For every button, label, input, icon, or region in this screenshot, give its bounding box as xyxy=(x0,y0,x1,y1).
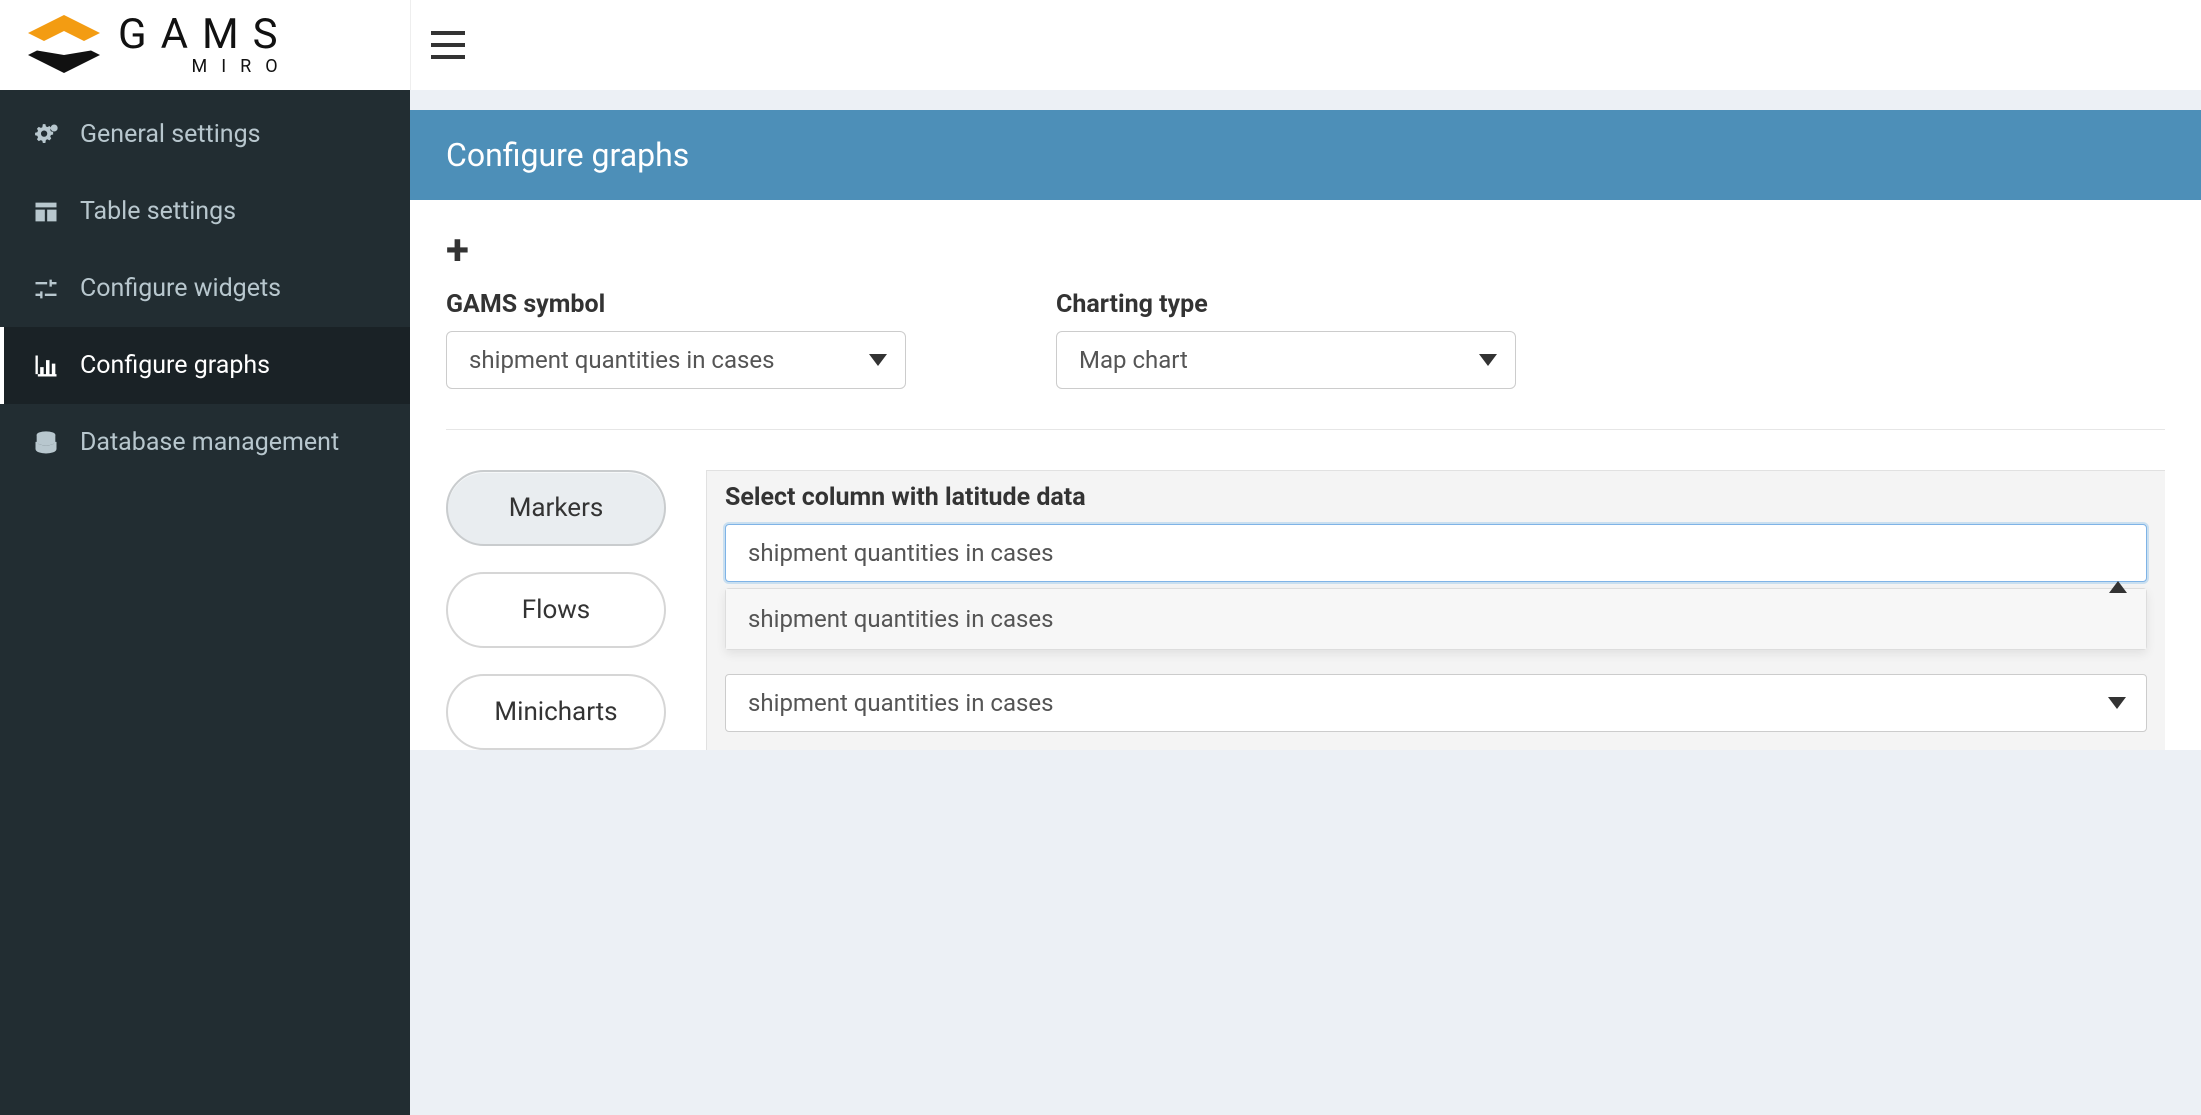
latitude-select[interactable]: shipment quantities in cases xyxy=(725,524,2147,582)
gears-icon xyxy=(32,121,60,149)
bar-chart-icon xyxy=(32,352,60,380)
brand-text: GAMS MIRO xyxy=(118,14,292,76)
gams-symbol-select[interactable]: shipment quantities in cases xyxy=(446,331,906,389)
content: Configure graphs + GAMS symbol shipment … xyxy=(410,90,2201,750)
sidebar: GAMS MIRO General settings Table setting… xyxy=(0,0,410,1115)
latitude-dropdown: shipment quantities in cases xyxy=(725,588,2147,650)
sidebar-item-database-management[interactable]: Database management xyxy=(0,404,410,481)
tab-markers[interactable]: Markers xyxy=(446,470,666,546)
markers-pane: Select column with latitude data shipmen… xyxy=(706,470,2165,750)
gams-symbol-label: GAMS symbol xyxy=(446,290,906,319)
latitude-option[interactable]: shipment quantities in cases xyxy=(726,589,2146,649)
logo-icon xyxy=(28,15,100,75)
caret-down-icon xyxy=(869,354,887,366)
tab-column: Markers Flows Minicharts xyxy=(446,470,666,750)
sidebar-item-table-settings[interactable]: Table settings xyxy=(0,173,410,250)
option-label: shipment quantities in cases xyxy=(748,605,1054,633)
sidebar-item-label: Configure widgets xyxy=(80,274,281,303)
caret-up-icon xyxy=(2109,581,2127,593)
main: Configure graphs + GAMS symbol shipment … xyxy=(410,0,2201,1115)
charting-type-label: Charting type xyxy=(1056,290,1516,319)
brand-name: GAMS xyxy=(118,14,292,56)
sidebar-item-label: General settings xyxy=(80,120,261,149)
topbar xyxy=(410,0,2201,90)
tab-label: Markers xyxy=(509,493,604,523)
latitude-selected-value: shipment quantities in cases xyxy=(748,539,1054,567)
sidebar-header: GAMS MIRO xyxy=(0,0,410,90)
charting-type-group: Charting type Map chart xyxy=(1056,290,1516,389)
latitude-label: Select column with latitude data xyxy=(725,483,2147,512)
brand-sub: MIRO xyxy=(118,58,292,76)
menu-toggle-button[interactable] xyxy=(431,31,465,59)
charting-type-select[interactable]: Map chart xyxy=(1056,331,1516,389)
top-row: GAMS symbol shipment quantities in cases… xyxy=(446,290,2165,389)
latitude-combo: shipment quantities in cases shipment qu… xyxy=(725,524,2147,650)
tab-minicharts[interactable]: Minicharts xyxy=(446,674,666,750)
charting-type-value: Map chart xyxy=(1079,346,1188,374)
sidebar-item-label: Database management xyxy=(80,428,339,457)
tab-label: Flows xyxy=(522,595,590,625)
sidebar-item-configure-widgets[interactable]: Configure widgets xyxy=(0,250,410,327)
sidebar-item-label: Table settings xyxy=(80,197,236,226)
table-icon xyxy=(32,198,60,226)
sliders-icon xyxy=(32,275,60,303)
sidebar-nav: General settings Table settings Configur… xyxy=(0,90,410,481)
panel-title: Configure graphs xyxy=(410,110,2201,200)
configure-graphs-panel: Configure graphs + GAMS symbol shipment … xyxy=(410,110,2201,750)
tab-flows[interactable]: Flows xyxy=(446,572,666,648)
caret-down-icon xyxy=(2108,697,2126,709)
lower-row: Markers Flows Minicharts Select column w… xyxy=(446,430,2165,750)
brand-logo: GAMS MIRO xyxy=(28,14,292,76)
add-button[interactable]: + xyxy=(446,230,2165,272)
gams-symbol-value: shipment quantities in cases xyxy=(469,346,775,374)
sidebar-item-configure-graphs[interactable]: Configure graphs xyxy=(0,327,410,404)
secondary-select[interactable]: shipment quantities in cases xyxy=(725,674,2147,732)
plus-icon: + xyxy=(446,226,469,275)
caret-down-icon xyxy=(1479,354,1497,366)
sidebar-item-label: Configure graphs xyxy=(80,351,270,380)
tab-label: Minicharts xyxy=(494,697,617,727)
secondary-select-value: shipment quantities in cases xyxy=(748,689,1054,717)
gams-symbol-group: GAMS symbol shipment quantities in cases xyxy=(446,290,906,389)
panel-body: + GAMS symbol shipment quantities in cas… xyxy=(410,200,2201,750)
sidebar-item-general-settings[interactable]: General settings xyxy=(0,96,410,173)
database-icon xyxy=(32,429,60,457)
